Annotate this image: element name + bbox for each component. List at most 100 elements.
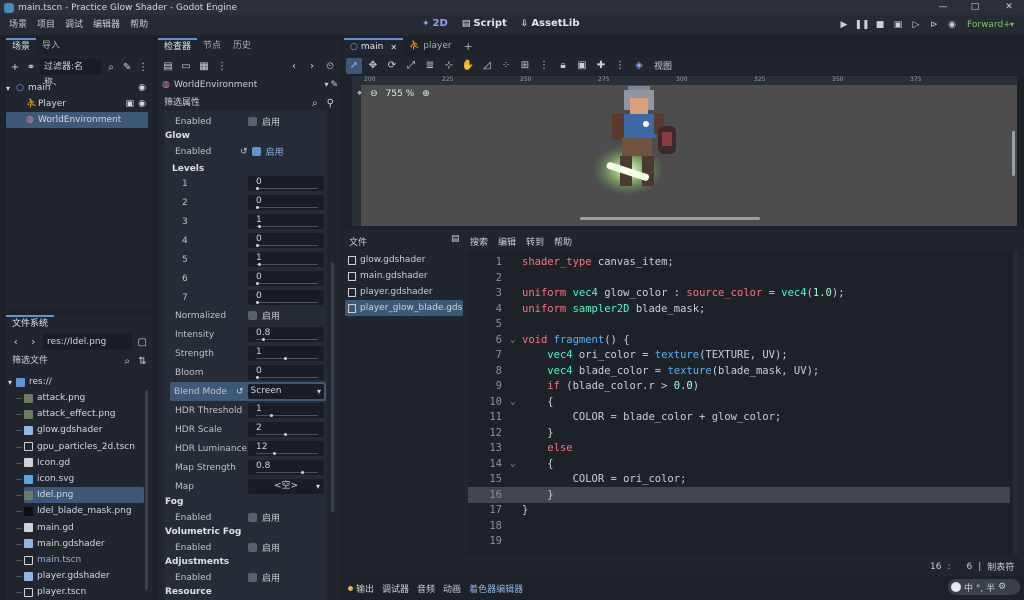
indent-mode[interactable]: 制表符 — [987, 560, 1014, 573]
open-resource-icon[interactable]: ▭ — [178, 58, 194, 74]
section-glow[interactable]: Glow — [165, 131, 190, 141]
filesystem-scrollbar[interactable] — [145, 390, 148, 590]
file-item[interactable]: main.gdshader — [24, 536, 144, 552]
prop-slider[interactable]: 1 — [248, 403, 324, 418]
file-item[interactable]: main.gd — [24, 520, 144, 536]
shader-file-item[interactable]: player_glow_blade.gds... — [345, 300, 463, 316]
object-properties-icon[interactable]: ✎ — [330, 80, 338, 90]
section-volumetric-fog[interactable]: Volumetric Fog — [165, 527, 241, 537]
shader-file-item[interactable]: main.gdshader — [345, 268, 463, 284]
zoom-in-icon[interactable]: ⊕ — [422, 89, 430, 99]
scale-tool-icon[interactable]: ⤢ — [403, 58, 419, 74]
play-scene-icon[interactable]: ▷ — [908, 17, 924, 33]
play-icon[interactable]: ▶ — [836, 17, 852, 33]
prop-slider[interactable]: 0.8 — [248, 327, 324, 342]
level-slider[interactable]: 0 — [248, 233, 324, 248]
overlay-icon[interactable]: ◈ — [631, 58, 647, 74]
visibility-icon[interactable]: ◉ — [138, 83, 146, 93]
scene-filter-input[interactable]: 过滤器:名称、 — [39, 59, 103, 88]
checkbox-icon[interactable] — [248, 573, 257, 582]
menu-project[interactable]: 项目 — [32, 15, 60, 35]
tab-audio[interactable]: 音频 — [417, 582, 435, 595]
remote-debug-icon[interactable]: ▣ — [890, 17, 906, 33]
tab-import[interactable]: 导入 — [36, 38, 66, 55]
tab-filesystem[interactable]: 文件系统 — [6, 315, 55, 332]
file-item[interactable]: Icon.gd — [24, 455, 144, 471]
level-slider[interactable]: 0 — [248, 176, 324, 191]
menu-editor[interactable]: 编辑器 — [88, 15, 125, 35]
menu-help[interactable]: 帮助 — [125, 15, 153, 35]
menu-scene[interactable]: 场景 — [4, 15, 32, 35]
blend-mode-dropdown[interactable]: Screen ▾ — [247, 384, 324, 399]
revert-icon[interactable]: ↺ — [240, 147, 248, 157]
file-item[interactable]: player.gdshader — [24, 568, 144, 584]
grid-snap-icon[interactable]: ⊞ — [517, 58, 533, 74]
prop-slider[interactable]: 1 — [248, 346, 324, 361]
level-slider[interactable]: 0 — [248, 195, 324, 210]
link-icon[interactable]: ⚭ — [24, 59, 38, 75]
fold-chevron-icon[interactable]: ⌄ — [510, 457, 515, 473]
pause-icon[interactable]: ❚❚ — [854, 17, 870, 33]
folder-res-root[interactable]: ▾ res:// — [8, 374, 144, 390]
select-tool-icon[interactable]: ➚ — [346, 57, 362, 74]
tab-scene-player[interactable]: ⛹ player — [403, 38, 458, 55]
filesystem-filter-input[interactable]: 筛选文件 — [8, 353, 120, 369]
play-custom-scene-icon[interactable]: ⊳ — [926, 17, 942, 33]
code-scrollbar[interactable] — [1013, 251, 1018, 555]
tree-node-worldenvironment[interactable]: ◍ WorldEnvironment — [6, 112, 148, 128]
stop-icon[interactable]: ■ — [872, 17, 888, 33]
fold-chevron-icon[interactable]: ⌄ — [510, 395, 515, 411]
prop-slider[interactable]: 12 — [248, 441, 324, 456]
menu-search[interactable]: 搜索 — [470, 235, 488, 248]
rotate-tool-icon[interactable]: ⟳ — [384, 58, 400, 74]
checkbox-icon[interactable] — [248, 117, 257, 126]
workspace-assetlib-button[interactable]: ⇩ AssetLib — [521, 18, 580, 29]
file-item[interactable]: Idel_blade_mask.png — [24, 503, 144, 519]
prop-slider[interactable]: 0.8 — [248, 460, 324, 475]
checkbox-icon[interactable] — [248, 311, 257, 320]
snap-options-icon[interactable]: ⋮ — [536, 58, 552, 74]
section-levels[interactable]: Levels — [172, 164, 204, 174]
move-tool-icon[interactable]: ✥ — [365, 58, 381, 74]
bone-icon[interactable]: ✚ — [593, 58, 609, 74]
file-item[interactable]: icon.svg — [24, 471, 144, 487]
prop-slider[interactable]: 2 — [248, 422, 324, 437]
tab-history[interactable]: 历史 — [227, 38, 257, 55]
menu-debug[interactable]: 调试 — [60, 15, 88, 35]
tab-output[interactable]: 输出 — [348, 582, 374, 595]
scene-instance-icon[interactable]: ▣ — [125, 99, 134, 109]
history-back-icon[interactable]: ‹ — [286, 58, 302, 74]
visibility-icon[interactable]: ◉ — [138, 99, 146, 109]
file-item[interactable]: glow.gdshader — [24, 422, 144, 438]
level-slider[interactable]: 0 — [248, 271, 324, 286]
add-node-icon[interactable]: + — [8, 59, 22, 75]
sort-icon[interactable]: ⇅ — [135, 353, 150, 369]
save-resource-icon[interactable]: ▦ — [196, 58, 212, 74]
history-list-icon[interactable]: ⏲ — [322, 58, 338, 74]
toggle-files-panel-icon[interactable]: ▤ — [451, 234, 460, 244]
group-icon[interactable]: ▣ — [574, 58, 590, 74]
file-item[interactable]: gpu_particles_2d.tscn — [24, 439, 144, 455]
file-item[interactable]: Idel.png — [24, 487, 144, 504]
viewport-options-icon[interactable]: ⌖ — [357, 89, 362, 99]
shader-file-item[interactable]: player.gdshader — [345, 284, 463, 300]
filesystem-path-input[interactable]: res://Idel.png — [43, 334, 133, 350]
tab-shader-editor[interactable]: 着色器编辑器 — [469, 582, 523, 595]
level-slider[interactable]: 0 — [248, 290, 324, 305]
smart-snap-icon[interactable]: ⁘ — [498, 58, 514, 74]
revert-icon[interactable]: ↺ — [236, 387, 244, 397]
split-mode-icon[interactable]: ▢ — [134, 334, 150, 350]
renderer-select[interactable]: Forward+ — [967, 15, 1011, 35]
section-adjustments[interactable]: Adjustments — [165, 557, 229, 567]
workspace-script-button[interactable]: ▤ Script — [462, 18, 507, 29]
shader-file-item[interactable]: glow.gdshader — [345, 252, 463, 268]
tab-scene[interactable]: 场景 — [6, 38, 37, 55]
ime-indicator[interactable]: 中 °, 半 ⚙ — [948, 579, 1020, 595]
checkbox-icon[interactable] — [248, 513, 257, 522]
tab-inspector[interactable]: 检查器 — [158, 38, 198, 55]
inspector-filter-input[interactable]: 筛选属性 — [162, 95, 307, 111]
resource-menu-icon[interactable]: ⋮ — [214, 58, 230, 74]
file-item[interactable]: attack_effect.png — [24, 406, 144, 422]
ruler-tool-icon[interactable]: ◿ — [479, 58, 495, 74]
section-resource[interactable]: Resource — [165, 587, 212, 597]
